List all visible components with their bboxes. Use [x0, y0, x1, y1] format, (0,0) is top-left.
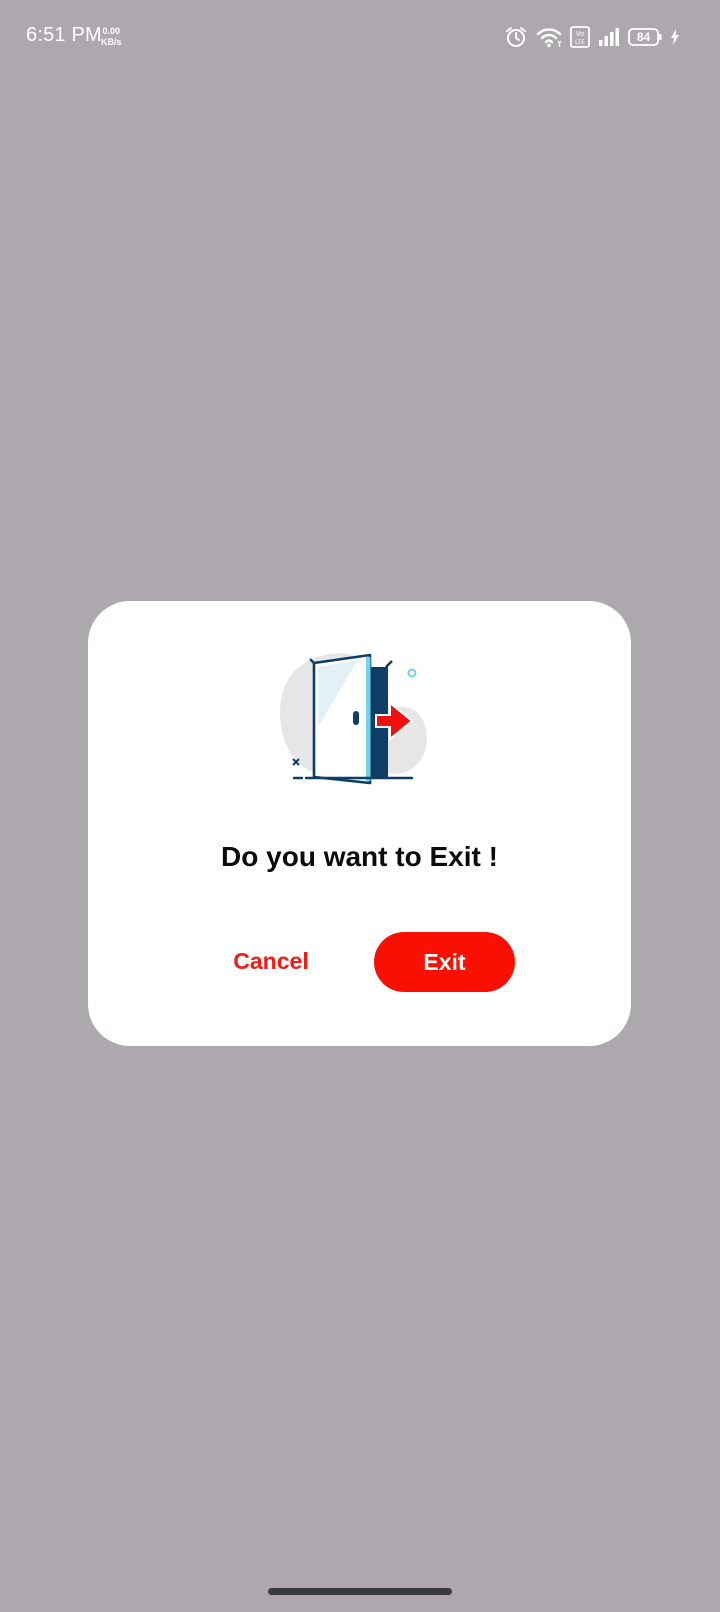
- network-speed-value: 0.00: [102, 26, 121, 36]
- network-speed: 0.00 KB/s: [101, 26, 122, 48]
- cancel-button[interactable]: Cancel: [216, 931, 326, 991]
- wifi-icon: [536, 26, 562, 48]
- svg-text:LTE: LTE: [575, 39, 585, 46]
- battery-level: 84: [636, 30, 651, 44]
- status-icons: Vo LTE 84: [504, 24, 680, 50]
- svg-text:Vo: Vo: [576, 30, 585, 38]
- signal-icon: [598, 27, 620, 47]
- alarm-icon: [504, 25, 528, 49]
- status-bar: 6:51 PM 0.00 KB/s Vo LTE 84: [0, 0, 720, 76]
- battery-icon: 84: [628, 28, 662, 46]
- dialog-title: Do you want to Exit !: [221, 841, 498, 872]
- exit-dialog: Do you want to Exit ! Cancel Exit: [88, 601, 631, 1046]
- exit-door-icon: [278, 647, 442, 793]
- volte-icon: Vo LTE: [570, 26, 590, 48]
- network-speed-unit: KB/s: [101, 37, 122, 47]
- status-time: 6:51 PM: [26, 24, 102, 46]
- exit-button[interactable]: Exit: [374, 932, 515, 992]
- charging-icon: [670, 29, 680, 45]
- home-indicator[interactable]: [268, 1588, 452, 1595]
